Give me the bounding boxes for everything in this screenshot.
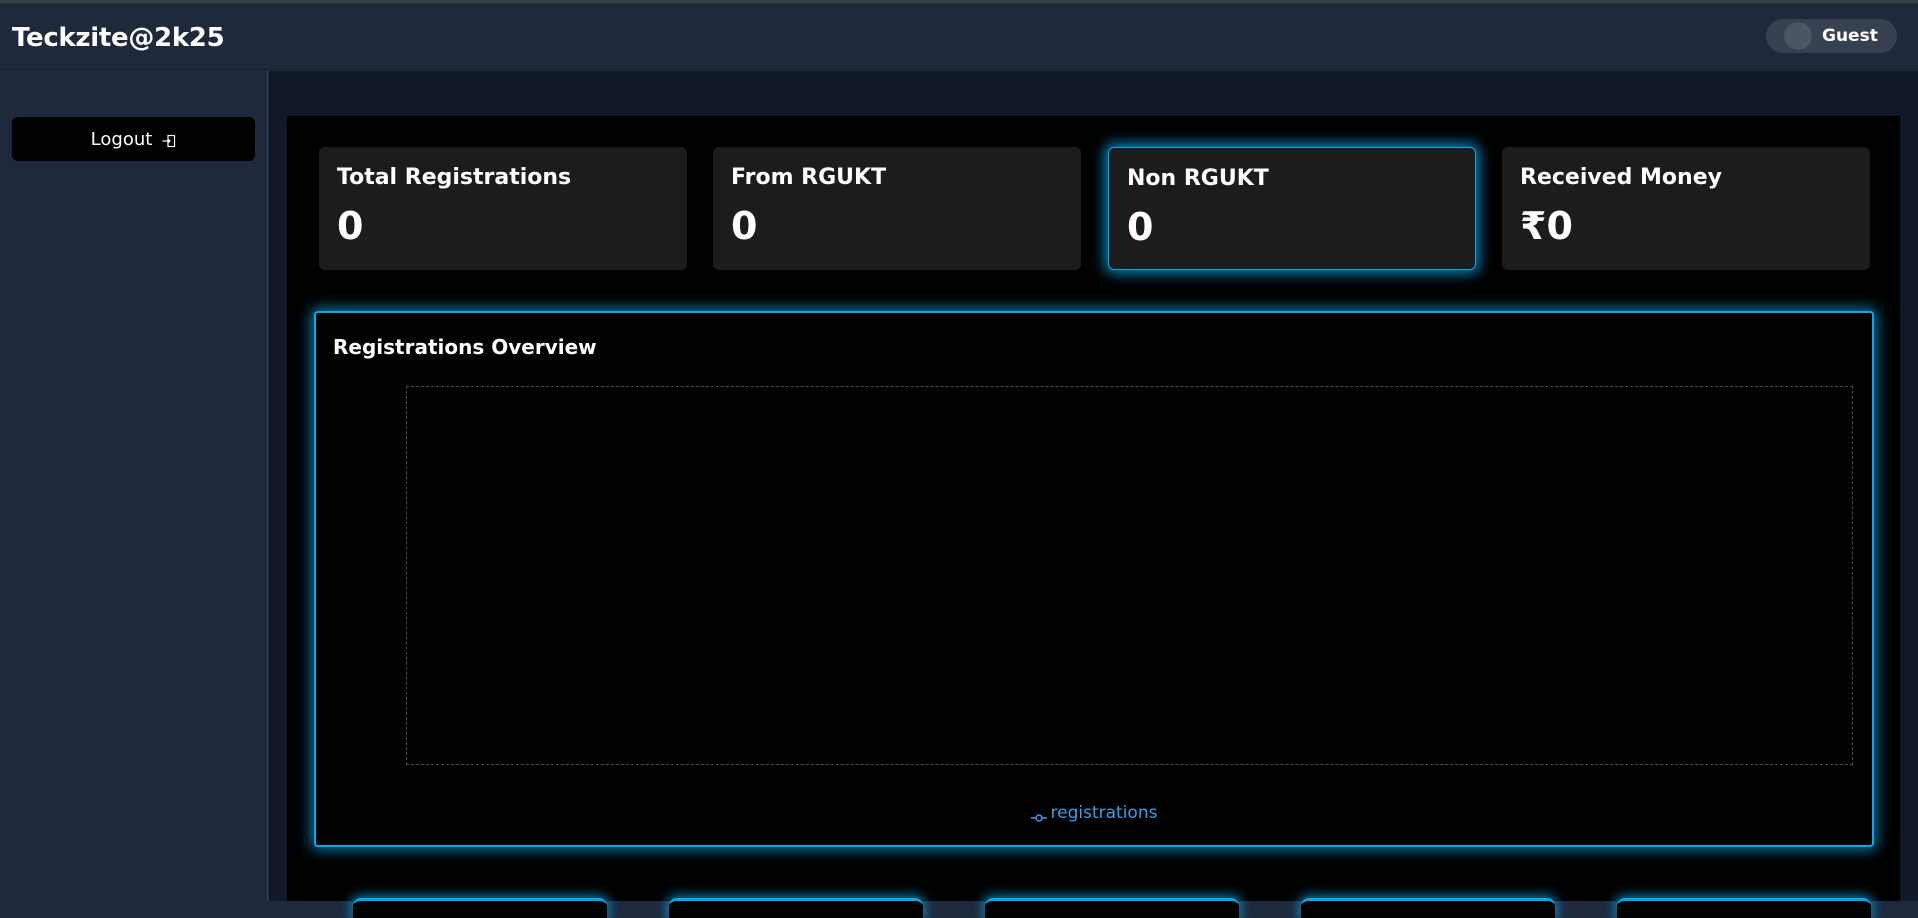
stat-title: Total Registrations — [337, 165, 572, 190]
stat-card-received-money: Received Money ₹0 — [1502, 147, 1870, 270]
main-content: Total Registrations 0 From RGUKT 0 Non R… — [269, 71, 1918, 918]
stat-value: 0 — [337, 204, 364, 248]
stat-card-non-rgukt: Non RGUKT 0 — [1108, 147, 1476, 270]
user-name: Guest — [1822, 26, 1878, 46]
logout-button[interactable]: Logout — [12, 117, 255, 161]
stat-title: Non RGUKT — [1127, 166, 1269, 191]
user-menu-button[interactable]: Guest — [1766, 19, 1897, 53]
bottom-card — [669, 898, 923, 918]
logout-icon — [162, 132, 176, 148]
bottom-card — [985, 898, 1239, 918]
stat-value: ₹0 — [1520, 204, 1573, 248]
stat-card-from-rgukt: From RGUKT 0 — [713, 147, 1081, 270]
legend-line-icon — [1030, 808, 1047, 822]
legend-label: registrations — [1050, 803, 1158, 823]
bottom-card — [353, 898, 607, 918]
stat-title: From RGUKT — [731, 165, 887, 190]
chart-title: Registrations Overview — [333, 335, 597, 359]
bottom-card — [1301, 898, 1555, 918]
registrations-overview-chart: Registrations Overview registrations — [314, 311, 1874, 847]
chart-plot-area — [406, 386, 1853, 765]
logout-label: Logout — [90, 128, 153, 150]
top-navbar: Teckzite@2k25 Guest — [0, 3, 1918, 70]
sidebar: Logout — [0, 71, 268, 901]
stat-title: Received Money — [1520, 165, 1722, 190]
avatar — [1784, 22, 1812, 50]
dashboard-panel: Total Registrations 0 From RGUKT 0 Non R… — [287, 116, 1900, 901]
chart-legend-item[interactable]: registrations — [316, 803, 1872, 823]
stat-card-total-registrations: Total Registrations 0 — [319, 147, 687, 270]
stat-value: 0 — [1127, 205, 1154, 249]
bottom-card — [1617, 898, 1871, 918]
stat-value: 0 — [731, 204, 758, 248]
brand-title[interactable]: Teckzite@2k25 — [12, 23, 225, 53]
